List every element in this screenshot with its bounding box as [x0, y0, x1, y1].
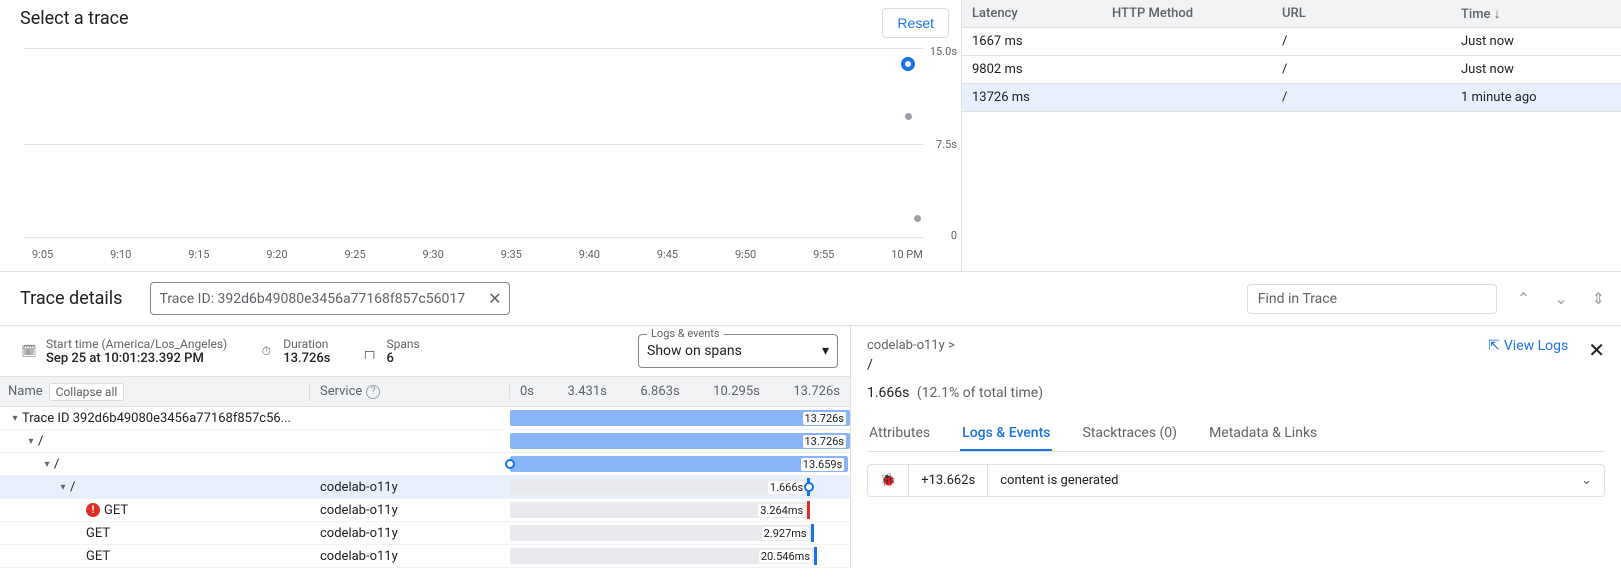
col-url[interactable]: URL	[1272, 6, 1451, 21]
sort-arrow-down-icon: ↓	[1494, 6, 1501, 22]
error-icon: !	[86, 503, 100, 517]
bug-icon: 🐞	[868, 465, 909, 496]
span-duration-bar[interactable]: 13.726s	[510, 433, 850, 449]
y-axis-label: 0	[951, 229, 957, 242]
trace-scatter-chart[interactable]: Select a trace Reset 15.0s 7.5s 0 9:05 9…	[0, 0, 961, 271]
trace-details-title: Trace details	[20, 288, 122, 309]
service-header[interactable]: Service	[320, 384, 362, 399]
reset-button[interactable]: Reset	[882, 8, 949, 38]
trace-point[interactable]	[905, 113, 912, 120]
event-dot-icon	[804, 482, 814, 492]
span-row[interactable]: ▾ / codelab-o11y1.666s	[0, 476, 850, 499]
logs-events-select[interactable]: Logs & events Show on spans▾	[638, 334, 838, 368]
trace-id-input[interactable]: Trace ID: 392d6b49080e3456a77168f857c560…	[150, 282, 510, 315]
expand-toggle-icon[interactable]: ▾	[24, 436, 38, 447]
span-duration-bar[interactable]: 1.666s	[510, 479, 809, 495]
span-end-tick	[807, 501, 810, 519]
span-duration-percent: (12.1% of total time)	[917, 385, 1043, 401]
span-details-panel: codelab-o11y > / ⇱ View Logs ✕ 1.666s (1…	[851, 326, 1621, 568]
span-name-text: /	[70, 480, 75, 495]
span-name-text: /	[54, 457, 59, 472]
span-service: codelab-o11y	[310, 549, 510, 564]
span-name-text: GET	[86, 549, 110, 564]
help-icon[interactable]: ?	[366, 385, 380, 399]
span-row[interactable]: GET codelab-o11y2.927ms	[0, 522, 850, 545]
chevron-down-icon[interactable]: ⌄	[1569, 465, 1604, 496]
calendar-icon: 🗓	[20, 342, 38, 360]
tab-metadata-links[interactable]: Metadata & Links	[1207, 417, 1319, 451]
span-name-text: Trace ID 392d6b49080e3456a77168f857c56..…	[22, 411, 291, 426]
span-row[interactable]: GET codelab-o11y20.546ms	[0, 545, 850, 568]
clear-icon[interactable]: ✕	[488, 289, 501, 308]
view-logs-link[interactable]: ⇱ View Logs	[1488, 338, 1568, 354]
span-duration-value: 1.666s	[867, 385, 909, 401]
tab-attributes[interactable]: Attributes	[867, 417, 932, 451]
stopwatch-icon: ⏱	[257, 342, 275, 360]
table-row[interactable]: 9802 ms / Just now	[962, 56, 1621, 84]
table-row[interactable]: 1667 ms / Just now	[962, 28, 1621, 56]
span-service: codelab-o11y	[310, 503, 510, 518]
log-entry-row[interactable]: 🐞 +13.662s content is generated ⌄	[867, 464, 1605, 497]
span-duration-bar[interactable]: 13.726s	[510, 410, 850, 426]
span-name-text: GET	[86, 526, 110, 541]
expand-icon[interactable]: ⇕	[1588, 285, 1609, 312]
span-end-tick	[814, 547, 817, 565]
y-axis-label: 7.5s	[936, 138, 957, 151]
span-end-tick	[811, 524, 814, 542]
span-service: codelab-o11y	[310, 480, 510, 495]
span-name: /	[867, 357, 1488, 373]
collapse-all-button[interactable]: Collapse all	[49, 383, 125, 401]
breadcrumb[interactable]: codelab-o11y >	[867, 338, 1488, 353]
span-duration-bar[interactable]: 3.264ms	[510, 502, 809, 518]
trace-list-table: Latency HTTP Method URL Time ↓ 1667 ms /…	[961, 0, 1621, 271]
timeline-header: 0s 3.431s 6.863s 10.295s 13.726s	[510, 384, 850, 399]
span-row[interactable]: ▾ Trace ID 392d6b49080e3456a77168f857c56…	[0, 407, 850, 430]
span-duration-bar[interactable]: 13.659s	[510, 456, 848, 472]
col-http-method[interactable]: HTTP Method	[1102, 6, 1272, 21]
chart-title: Select a trace	[20, 8, 129, 29]
spans-tree-icon: ┌┐	[361, 342, 379, 360]
log-message: content is generated	[988, 465, 1569, 496]
external-link-icon: ⇱	[1488, 338, 1500, 354]
trace-point-selected[interactable]	[901, 57, 915, 71]
span-row[interactable]: ! GET codelab-o11y3.264ms	[0, 499, 850, 522]
expand-toggle-icon[interactable]: ▾	[40, 459, 54, 470]
table-row[interactable]: 13726 ms / 1 minute ago	[962, 84, 1621, 112]
tab-logs-events[interactable]: Logs & Events	[960, 417, 1052, 451]
span-duration-bar[interactable]: 2.927ms	[510, 525, 813, 541]
x-axis: 9:05 9:10 9:15 9:20 9:25 9:30 9:35 9:40 …	[32, 248, 923, 261]
expand-toggle-icon[interactable]: ▾	[56, 482, 70, 493]
tab-stacktraces[interactable]: Stacktraces (0)	[1080, 417, 1179, 451]
span-duration-bar[interactable]: 20.546ms	[510, 548, 816, 564]
trace-point[interactable]	[914, 215, 921, 222]
span-row[interactable]: ▾ / 13.659s	[0, 453, 850, 476]
event-dot-icon	[505, 459, 515, 469]
find-next-icon[interactable]: ⌄	[1550, 285, 1571, 312]
col-time[interactable]: Time ↓	[1451, 6, 1621, 22]
y-axis-label: 15.0s	[930, 45, 957, 58]
find-prev-icon[interactable]: ⌃	[1513, 285, 1534, 312]
col-latency[interactable]: Latency	[962, 6, 1102, 21]
span-row[interactable]: ▾ / 13.726s	[0, 430, 850, 453]
span-name-text: GET	[104, 503, 128, 518]
span-service: codelab-o11y	[310, 526, 510, 541]
log-timestamp: +13.662s	[909, 465, 988, 496]
find-in-trace-input[interactable]: Find in Trace	[1247, 284, 1497, 314]
expand-toggle-icon[interactable]: ▾	[8, 413, 22, 424]
span-name-text: /	[38, 434, 43, 449]
name-header[interactable]: Name	[8, 384, 43, 399]
close-icon[interactable]: ✕	[1588, 338, 1605, 362]
dropdown-arrow-icon: ▾	[822, 343, 829, 359]
